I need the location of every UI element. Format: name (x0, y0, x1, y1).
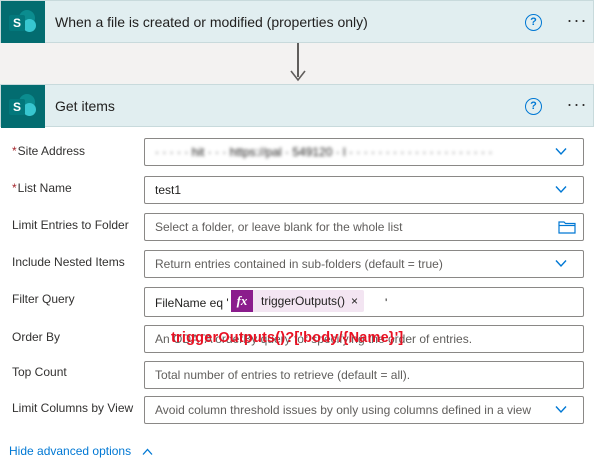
action-card-header[interactable]: S Get items ? ··· (0, 84, 594, 128)
filter-query-prefix: FileName eq ' (155, 296, 229, 310)
limit-folder-label: Limit Entries to Folder (12, 218, 129, 232)
list-name-dropdown[interactable]: test1 (144, 176, 584, 204)
nested-items-label: Include Nested Items (12, 255, 125, 269)
top-count-input[interactable]: Total number of entries to retrieve (def… (144, 361, 584, 389)
sharepoint-logo-icon: S (1, 1, 45, 44)
trigger-title: When a file is created or modified (prop… (55, 14, 368, 30)
chevron-down-icon[interactable] (555, 147, 567, 156)
chevron-down-icon[interactable] (555, 185, 567, 194)
chevron-up-icon (142, 448, 153, 455)
limit-columns-placeholder: Avoid column threshold issues by only us… (155, 403, 531, 417)
dynamic-content-token[interactable]: fx triggerOutputs() × (231, 290, 365, 312)
top-count-label: Top Count (12, 365, 67, 379)
limit-folder-input[interactable]: Select a folder, or leave blank for the … (144, 213, 584, 241)
limit-columns-label: Limit Columns by View (12, 401, 134, 415)
fx-icon: fx (231, 290, 253, 312)
filter-query-label: Filter Query (12, 292, 75, 306)
trigger-card-header[interactable]: S When a file is created or modified (pr… (0, 0, 594, 44)
token-label: triggerOutputs() (261, 294, 346, 308)
chevron-down-icon[interactable] (555, 405, 567, 414)
order-by-label: Order By (12, 330, 61, 344)
limit-columns-dropdown[interactable]: Avoid column threshold issues by only us… (144, 396, 584, 424)
action-title: Get items (55, 98, 115, 114)
nested-items-dropdown[interactable]: Return entries contained in sub-folders … (144, 250, 584, 278)
site-address-value: · · · · · hit · · · https://pal · 549120… (155, 145, 493, 159)
help-icon[interactable]: ? (525, 98, 542, 115)
more-options-icon[interactable]: ··· (565, 11, 589, 31)
down-arrow-icon (290, 70, 306, 82)
close-icon[interactable]: × (351, 294, 364, 308)
filter-query-input[interactable]: FileName eq ' fx triggerOutputs() × ' (144, 287, 584, 317)
top-count-placeholder: Total number of entries to retrieve (def… (155, 368, 411, 382)
sharepoint-logo-icon: S (1, 85, 45, 128)
site-address-label: *Site Address (12, 144, 86, 158)
site-address-dropdown[interactable]: · · · · · hit · · · https://pal · 549120… (144, 138, 584, 166)
help-icon[interactable]: ? (525, 14, 542, 31)
hide-advanced-options-link[interactable]: Hide advanced options (9, 444, 153, 458)
expression-annotation: triggerOutputs()?['body/{Name}'] (171, 330, 404, 346)
folder-icon[interactable] (558, 220, 576, 234)
limit-folder-placeholder: Select a folder, or leave blank for the … (155, 220, 403, 234)
filter-query-suffix: ' (385, 296, 388, 310)
nested-items-placeholder: Return entries contained in sub-folders … (155, 257, 443, 271)
chevron-down-icon[interactable] (555, 259, 567, 268)
more-options-icon[interactable]: ··· (565, 95, 589, 115)
list-name-label: *List Name (12, 181, 72, 195)
list-name-value: test1 (155, 183, 182, 197)
